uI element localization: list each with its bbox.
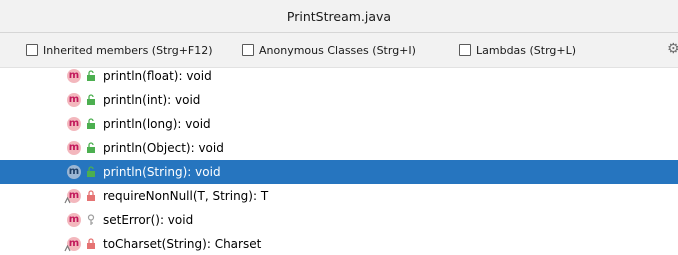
structure-popup: PrintStream.java Inherited members (Strg… xyxy=(0,0,678,255)
private-visibility-icon xyxy=(87,190,95,202)
method-icon: m xyxy=(67,69,81,83)
inherited-members-checkbox[interactable]: Inherited members (Strg+F12) xyxy=(26,42,213,58)
gear-icon[interactable]: ⚙ xyxy=(667,41,678,57)
member-label: println(Object): void xyxy=(103,141,224,155)
static-overlay-icon xyxy=(64,196,71,204)
anonymous-classes-label: Anonymous Classes (Strg+I) xyxy=(259,43,416,57)
member-row[interactable]: m requireNonNull(T, String): T xyxy=(0,184,678,208)
member-row[interactable]: m println(int): void xyxy=(0,88,678,112)
member-row[interactable]: m setError(): void xyxy=(0,208,678,232)
member-label: setError(): void xyxy=(103,213,194,227)
method-icon: m xyxy=(67,213,81,227)
member-row[interactable]: m println(long): void xyxy=(0,112,678,136)
member-row[interactable]: m println(Object): void xyxy=(0,136,678,160)
filter-options-bar: Inherited members (Strg+F12) Anonymous C… xyxy=(0,33,678,68)
popup-title: PrintStream.java xyxy=(0,0,678,33)
member-list[interactable]: m println(float): void m println(int): void… xyxy=(0,68,678,255)
public-visibility-icon xyxy=(87,70,95,82)
anonymous-classes-checkbox[interactable]: Anonymous Classes (Strg+I) xyxy=(242,42,416,58)
method-icon: m xyxy=(67,117,81,131)
lambdas-checkbox[interactable]: Lambdas (Strg+L) xyxy=(459,42,576,58)
lambdas-box[interactable] xyxy=(459,44,471,56)
member-label: println(int): void xyxy=(103,93,201,107)
member-row[interactable]: m println(float): void xyxy=(0,68,678,88)
public-visibility-icon xyxy=(87,118,95,130)
member-label: println(String): void xyxy=(103,165,221,179)
public-visibility-icon xyxy=(87,166,95,178)
member-row[interactable]: m println(String): void xyxy=(0,160,678,184)
inherited-members-box[interactable] xyxy=(26,44,38,56)
private-visibility-icon xyxy=(87,238,95,250)
anonymous-classes-box[interactable] xyxy=(242,44,254,56)
method-icon: m xyxy=(67,165,81,179)
public-visibility-icon xyxy=(87,142,95,154)
static-overlay-icon xyxy=(64,244,71,252)
method-icon: m xyxy=(67,93,81,107)
method-icon: m xyxy=(67,141,81,155)
inherited-members-label: Inherited members (Strg+F12) xyxy=(43,43,213,57)
protected-visibility-icon xyxy=(87,214,95,226)
member-label: toCharset(String): Charset xyxy=(103,237,262,251)
member-label: requireNonNull(T, String): T xyxy=(103,189,269,203)
member-label: println(float): void xyxy=(103,69,212,83)
member-list-rows: m println(float): void m println(int): void… xyxy=(0,68,678,255)
member-label: println(long): void xyxy=(103,117,211,131)
lambdas-label: Lambdas (Strg+L) xyxy=(476,43,577,57)
member-row[interactable]: m toCharset(String): Charset xyxy=(0,232,678,255)
public-visibility-icon xyxy=(87,94,95,106)
